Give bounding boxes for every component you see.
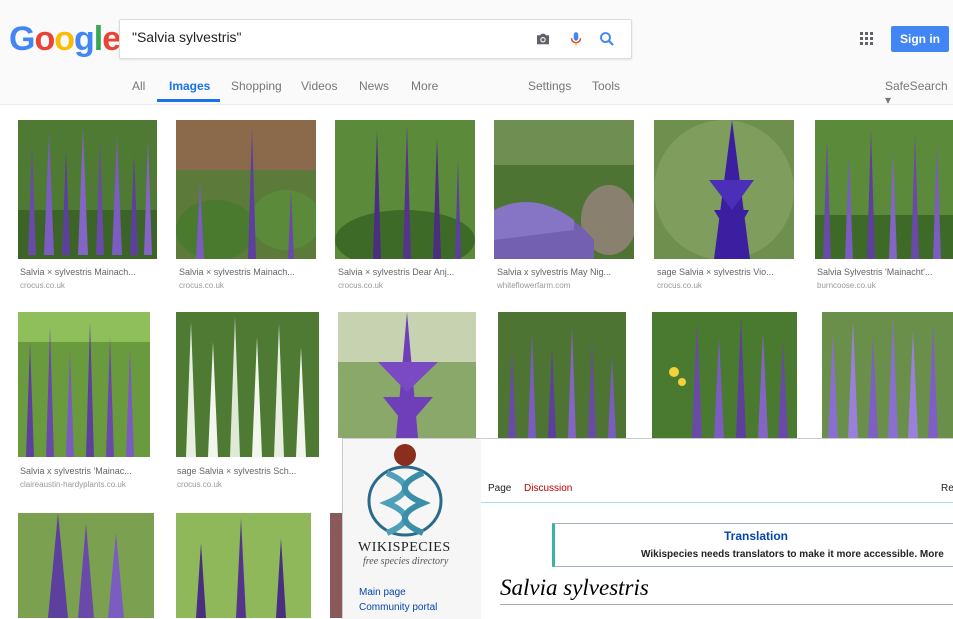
result-image[interactable] bbox=[335, 120, 475, 259]
result-image[interactable] bbox=[338, 312, 476, 438]
tab-read[interactable]: Re bbox=[941, 483, 953, 494]
wiki-logo-title: WIKISPECIES bbox=[358, 540, 451, 555]
result-caption[interactable]: Salvia × sylvestris Mainach... bbox=[20, 267, 158, 277]
logo-letter: G bbox=[9, 20, 35, 58]
logo-letter: o bbox=[34, 20, 55, 58]
result-source: crocus.co.uk bbox=[20, 281, 65, 290]
search-input[interactable] bbox=[132, 29, 512, 45]
camera-icon[interactable] bbox=[534, 30, 552, 48]
result-caption[interactable]: Salvia x sylvestris May Nig... bbox=[497, 267, 635, 277]
tab-discussion[interactable]: Discussion bbox=[524, 483, 572, 494]
safesearch-dropdown[interactable]: SafeSearch ▾ bbox=[885, 79, 953, 107]
result-image[interactable] bbox=[822, 312, 953, 438]
community-portal-link[interactable]: Community portal bbox=[359, 602, 437, 613]
result-source: crocus.co.uk bbox=[177, 480, 222, 489]
result-image[interactable] bbox=[18, 120, 157, 259]
logo-letter: l bbox=[93, 20, 104, 58]
result-image[interactable] bbox=[652, 312, 797, 438]
result-image[interactable] bbox=[494, 120, 634, 259]
result-image[interactable] bbox=[18, 312, 150, 457]
result-source: whiteflowerfarm.com bbox=[497, 281, 571, 290]
page-title: Salvia sylvestris bbox=[500, 575, 649, 600]
logo-letter: g bbox=[74, 20, 95, 58]
tab-images[interactable]: Images bbox=[169, 79, 210, 93]
result-source: claireaustin-hardyplants.co.uk bbox=[20, 480, 126, 489]
result-caption[interactable]: Salvia x sylvestris 'Mainac... bbox=[20, 466, 150, 476]
microphone-icon[interactable] bbox=[567, 30, 585, 48]
google-logo[interactable]: Google bbox=[9, 20, 121, 59]
result-source: burncoose.co.uk bbox=[817, 281, 876, 290]
result-image[interactable] bbox=[176, 513, 311, 618]
translation-notice: Translation Wikispecies needs translator… bbox=[552, 523, 953, 567]
search-box bbox=[119, 19, 632, 59]
result-image[interactable] bbox=[330, 513, 342, 618]
result-image[interactable] bbox=[498, 312, 626, 438]
sign-in-button[interactable]: Sign in bbox=[891, 26, 949, 52]
tab-divider bbox=[481, 502, 953, 503]
search-header: Google Sign in All Images Shopping Video… bbox=[0, 0, 953, 107]
tab-videos[interactable]: Videos bbox=[301, 79, 337, 93]
tab-shopping[interactable]: Shopping bbox=[231, 79, 282, 93]
title-divider bbox=[500, 604, 953, 605]
search-icon[interactable] bbox=[598, 30, 616, 48]
result-image[interactable] bbox=[815, 120, 953, 259]
result-caption[interactable]: sage Salvia × sylvestris Sch... bbox=[177, 466, 317, 476]
main-page-link[interactable]: Main page bbox=[359, 587, 406, 598]
active-tab-indicator bbox=[157, 99, 220, 102]
tab-page[interactable]: Page bbox=[488, 483, 511, 494]
tab-news[interactable]: News bbox=[359, 79, 389, 93]
wikispecies-logo-icon[interactable] bbox=[365, 443, 445, 539]
wikispecies-overlay: WIKISPECIES free species directory Main … bbox=[342, 438, 953, 619]
translation-title[interactable]: Translation bbox=[555, 529, 953, 543]
result-source: crocus.co.uk bbox=[338, 281, 383, 290]
tab-tools[interactable]: Tools bbox=[592, 79, 620, 93]
wiki-logo-subtitle: free species directory bbox=[363, 556, 449, 567]
tab-more[interactable]: More bbox=[411, 79, 438, 93]
result-image[interactable] bbox=[176, 120, 316, 259]
logo-letter: o bbox=[54, 20, 75, 58]
wiki-sidebar: WIKISPECIES free species directory Main … bbox=[343, 439, 481, 619]
translation-text: Wikispecies needs translators to make it… bbox=[641, 549, 944, 560]
result-source: crocus.co.uk bbox=[657, 281, 702, 290]
result-caption[interactable]: Salvia × sylvestris Mainach... bbox=[179, 267, 317, 277]
result-image[interactable] bbox=[176, 312, 319, 457]
logo-letter: e bbox=[102, 20, 121, 58]
result-image[interactable] bbox=[654, 120, 794, 259]
tab-all[interactable]: All bbox=[132, 79, 145, 93]
result-source: crocus.co.uk bbox=[179, 281, 224, 290]
tab-settings[interactable]: Settings bbox=[528, 79, 571, 93]
apps-icon[interactable] bbox=[860, 32, 874, 46]
result-caption[interactable]: sage Salvia × sylvestris Vio... bbox=[657, 267, 795, 277]
result-caption[interactable]: Salvia Sylvestris 'Mainacht'... bbox=[817, 267, 951, 277]
result-image[interactable] bbox=[18, 513, 154, 618]
result-caption[interactable]: Salvia × sylvestris Dear Anj... bbox=[338, 267, 476, 277]
